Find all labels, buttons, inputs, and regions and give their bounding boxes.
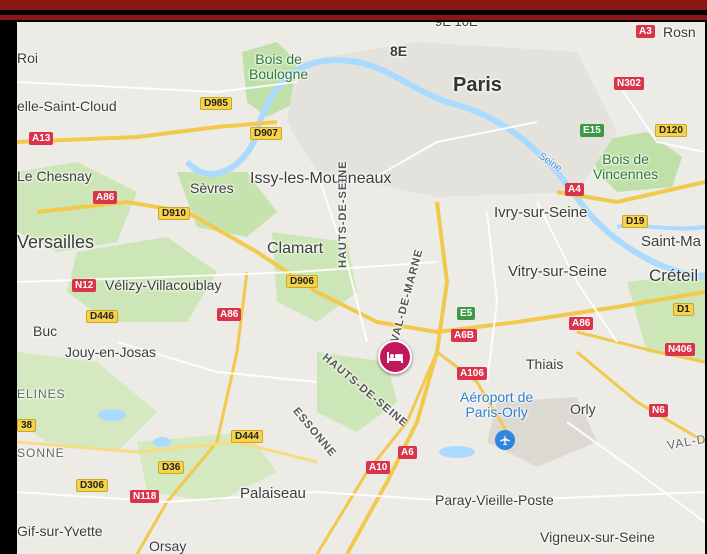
place-clamart: Clamart: [267, 240, 324, 257]
place-bois-de-vincennes: Bois de Vincennes: [593, 151, 659, 182]
road-shield-n406: N406: [665, 343, 695, 356]
road-shield-n6: N6: [649, 404, 668, 417]
place-gif-sur-yvette: Gif-sur-Yvette: [17, 523, 103, 539]
highway-a13: [17, 120, 278, 144]
place-le-chesnay: Le Chesnay: [17, 168, 92, 184]
road-shield-d19: D19: [622, 215, 649, 228]
map-view[interactable]: Roi Rosn 9E 10E Bois de Boulogne 8E Pari…: [17, 22, 705, 554]
place-la-celle-saint-cloud: elle-Saint-Cloud: [17, 98, 117, 114]
place-thiais: Thiais: [526, 356, 564, 372]
road-shield-a86-west: A86: [93, 191, 118, 204]
place-sevres: Sèvres: [190, 180, 234, 196]
road-shield-a86-east: A86: [569, 317, 594, 330]
place-velizy: Vélizy-Villacoublay: [105, 277, 222, 293]
region-hauts-de-seine-vertical: HAUTS-DE-SEINE: [337, 160, 349, 268]
road-shield-n12: N12: [72, 279, 97, 292]
place-paray-vieille-poste: Paray-Vieille-Poste: [435, 492, 554, 508]
hotel-marker[interactable]: [378, 340, 412, 374]
road-shield-a6b: A6B: [451, 329, 478, 342]
road-shield-n118: N118: [130, 490, 160, 503]
road-shield-e15: E15: [580, 124, 604, 137]
place-vitry: Vitry-sur-Seine: [508, 263, 607, 280]
place-essonne-left: SONNE: [17, 446, 65, 460]
road-shield-d446: D446: [86, 310, 118, 323]
place-palaiseau: Palaiseau: [240, 485, 306, 502]
road-shield-a4: A4: [565, 183, 584, 196]
place-arrondissements: 9E 10E: [435, 22, 478, 30]
place-paris: Paris: [453, 74, 502, 96]
road-shield-n302: N302: [614, 77, 644, 90]
place-creteil: Créteil: [649, 266, 699, 285]
road-shield-d906: D906: [286, 275, 318, 288]
highway-n6: [576, 350, 705, 444]
place-rosny: Rosn: [663, 24, 696, 40]
road-shield-d1: D1: [673, 303, 694, 316]
place-jouy-en-josas: Jouy-en-Josas: [65, 344, 157, 360]
hotel-icon: [387, 352, 403, 363]
place-8e: 8E: [390, 43, 408, 59]
place-aeroport-paris-orly: Aéroport de Paris-Orly: [460, 389, 534, 420]
airplane-icon: [500, 434, 510, 446]
road-shield-a106: A106: [457, 367, 487, 380]
road-shield-a10: A10: [366, 461, 391, 474]
lake-3: [439, 446, 475, 458]
place-saint-maur: Saint-Ma: [641, 233, 702, 250]
road-shield-a86-south: A86: [217, 308, 242, 321]
road-shield-38: 38: [17, 419, 37, 432]
place-orly: Orly: [570, 401, 596, 417]
place-roi: Roi: [17, 50, 39, 66]
road-shield-a6: A6: [398, 446, 417, 459]
road-shield-d910: D910: [158, 207, 190, 220]
place-orsay: Orsay: [149, 538, 187, 554]
road-shield-d444: D444: [231, 430, 263, 443]
lake-2: [153, 437, 171, 447]
road-shield-e5: E5: [457, 307, 476, 320]
place-bois-de-boulogne: Bois de Boulogne: [249, 51, 309, 82]
lake-1: [98, 409, 126, 421]
road-shield-d306: D306: [76, 479, 108, 492]
road-shield-d907: D907: [250, 127, 282, 140]
airport-marker[interactable]: [495, 430, 515, 450]
place-yvelines: ELINES: [17, 387, 66, 401]
park-south: [17, 352, 157, 452]
road-shield-d985: D985: [200, 97, 232, 110]
road-shield-a3: A3: [636, 25, 655, 38]
place-buc: Buc: [33, 323, 58, 339]
place-versailles: Versailles: [17, 232, 95, 252]
place-issy: Issy-les-Moulineaux: [250, 170, 392, 187]
place-vigneux-sur-seine: Vigneux-sur-Seine: [540, 529, 655, 545]
road-shield-a13: A13: [29, 132, 54, 145]
place-ivry: Ivry-sur-Seine: [494, 204, 588, 221]
road-shield-d120: D120: [655, 124, 687, 137]
road-shield-d36: D36: [158, 461, 185, 474]
window-top-border: [0, 0, 707, 20]
